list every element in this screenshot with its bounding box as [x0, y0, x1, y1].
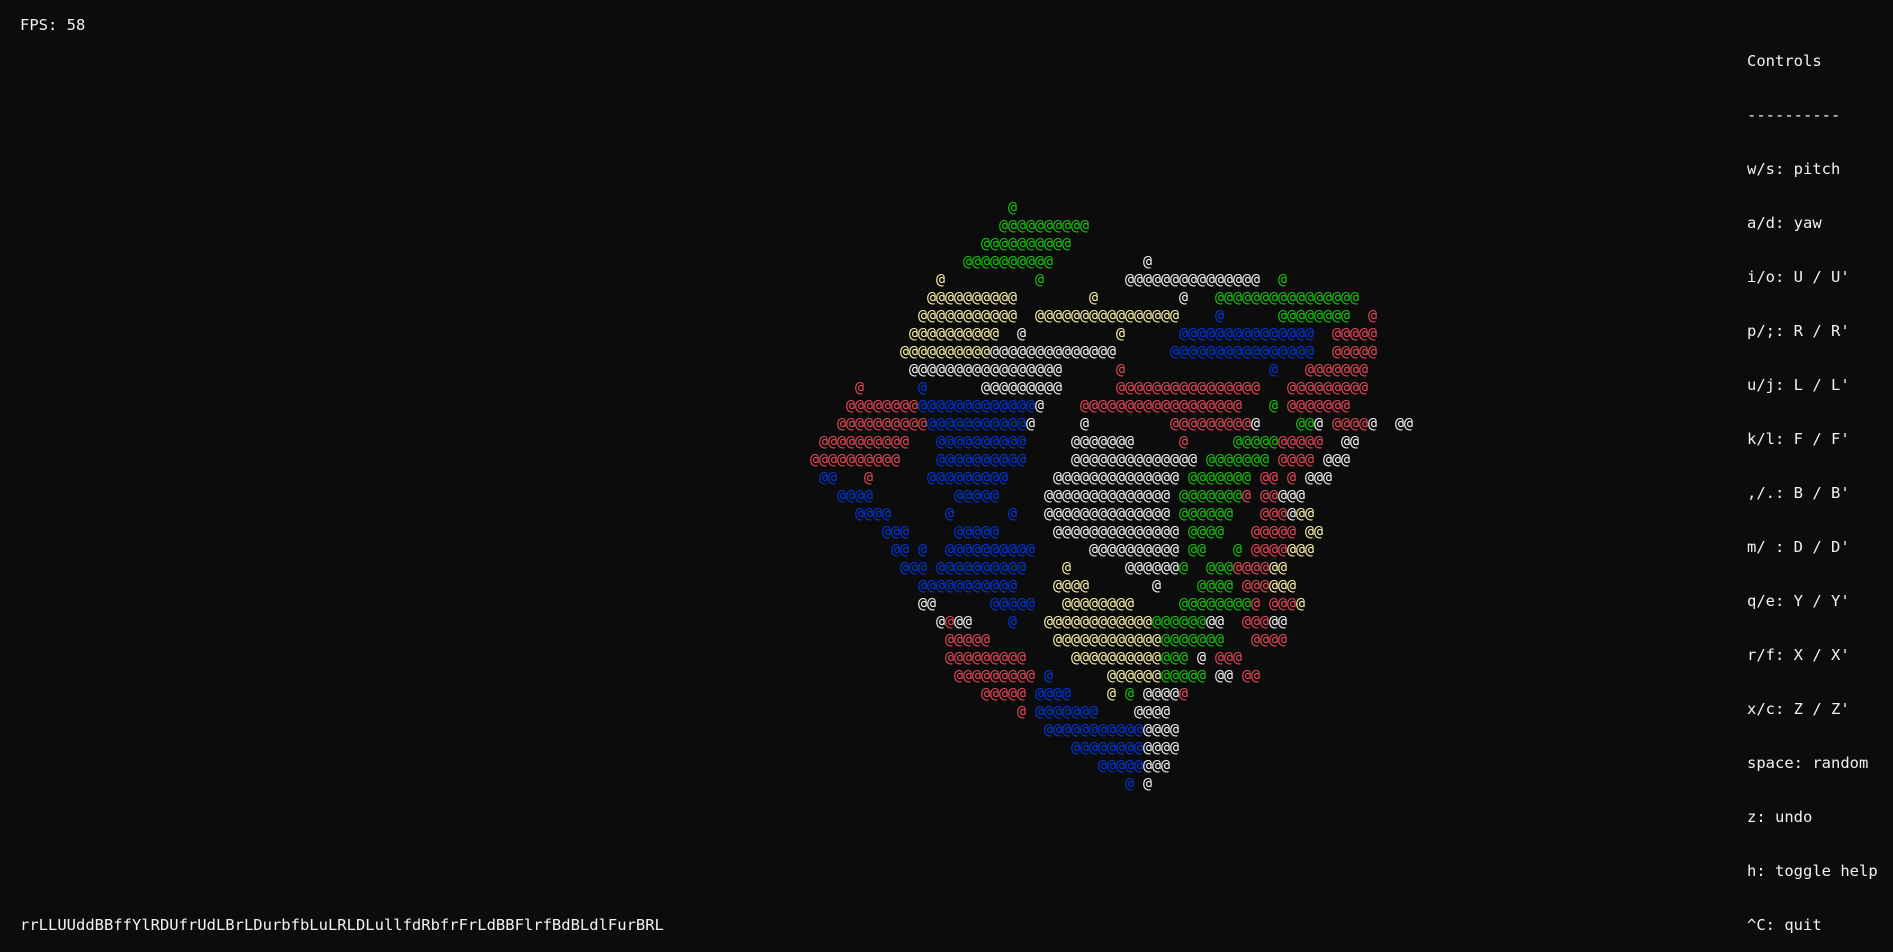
- cube-row: @@@@@@@@@@@ @@@@@@@@@@@@@@@@ @ @@@@@@@@ @: [918, 306, 1377, 324]
- cube-row: @@@@@@@@@@@@@@@@@@@@@@@@@@@@@@@@@@@@: [837, 486, 1305, 504]
- cube-row: @@@@@@@@@@@@@@@: [1044, 720, 1179, 738]
- cube-row: @@@@@@@@@@@@@@@@@@@@@@@@@@@@@@@@@: [891, 540, 1314, 558]
- cube-row: @@@@@@@@@@ @: [963, 252, 1152, 270]
- cube-row: @@@@@@@@@@@@@@@@@@@@@@@@@@@@: [918, 594, 1305, 612]
- cube-row: @@@@@@@@@@@@: [1071, 738, 1179, 756]
- rubiks-cube-render: @@@@@@@@@@@@@@@@@@@@@@@@@@@@@@@ @@ @ @@@@@@…: [810, 198, 1413, 792]
- control-left-face: u/j: L / L': [1747, 376, 1850, 394]
- control-toggle-help: h: toggle help: [1747, 862, 1878, 880]
- cube-row: @@@@@@@@@@@@@@@@@@@@@@@@@@@@@@@@: [909, 324, 1377, 342]
- control-right-face: p/;: R / R': [1747, 322, 1850, 340]
- control-random: space: random: [1747, 754, 1869, 772]
- cube-row: @@@@@@@@@@ @@@@@@@@@@ @@@@@@@ @ @@@@@@@@@@ @@: [819, 432, 1359, 450]
- control-quit: ^C: quit: [1747, 916, 1822, 934]
- cube-row: @@@@@@@@@@: [999, 216, 1089, 234]
- control-back-face: ,/.: B / B': [1747, 484, 1850, 502]
- control-up-face: i/o: U / U': [1747, 268, 1850, 286]
- cube-row: @@@@@@@@@@@@@@@@@@@@@@@@@@@@@@@@@@@@@@@@…: [846, 396, 1350, 414]
- cube-row: @@@@@@@@: [1098, 756, 1170, 774]
- control-z-rotation: x/c: Z / Z': [1747, 700, 1850, 718]
- cube-row: @@@@@ @@@@ @ @ @@@@@: [981, 684, 1188, 702]
- control-x-rotation: r/f: X / X': [1747, 646, 1850, 664]
- move-history: rrLLUUddBBffYlRDUfrUdLBrLDurbfbLuLRLDLul…: [20, 916, 664, 934]
- cube-row: @@ @ @@@@@@@@@ @@@@@@@@@@@@@@ @@@@@@@ @@ @ @@@: [819, 468, 1332, 486]
- cube-row: @@@@@@@@@@@@@@@@@@@@@@@@@@@@@@: [900, 558, 1287, 576]
- cube-row: @@@@@@@@@@@@@@@@@@@@@@@@@@@@@@@@@@@@@@@@…: [810, 450, 1350, 468]
- control-down-face: m/ : D / D': [1747, 538, 1850, 556]
- cube-row: @@@@@@@@@@@@@@@@@@@@@@@@@@@@: [945, 630, 1287, 648]
- cube-row: @@@@@@@@@@@@@@@@@@@@@@@@@@@@@@@@@@@@: [855, 378, 1368, 396]
- cube-row: @@@@@@@@@@@@: [1017, 702, 1170, 720]
- cube-row: @@@@@@@@@@@@@@@@@@@@@@@@@@@@@@@@@@@@@@@@…: [900, 342, 1377, 360]
- control-undo: z: undo: [1747, 808, 1813, 826]
- cube-row: @@@@@@@@@@: [981, 234, 1071, 252]
- cube-row: @@@@@@@@@@@@@@@@@@@@@@@@@@@@@@@@@@@@@@@@…: [837, 414, 1413, 432]
- cube-row: @@@@@@@@@@@@@@@@@@@@@@@@@@: [918, 576, 1296, 594]
- control-pitch: w/s: pitch: [1747, 160, 1841, 178]
- controls-title: Controls: [1747, 52, 1822, 70]
- controls-separator: ----------: [1747, 106, 1841, 124]
- control-front-face: k/l: F / F': [1747, 430, 1850, 448]
- cube-row: @@@@@@@@@@@@@@@@@@@@@@@@@@: [909, 360, 1368, 378]
- controls-panel: Controls ---------- w/s: pitch a/d: yaw …: [1747, 16, 1878, 952]
- cube-row: @@@@@@@@@@@@@@@@@@@@@@@@@@@@@@: [936, 612, 1287, 630]
- cube-row: @@@@@@@@@@@@@@@@@@@@@@@@@@@@: [927, 288, 1359, 306]
- cube-row: @@@@@@@@@@@@@@@@@@@@@@@@@@@@@@@@@: [882, 522, 1323, 540]
- cube-row: @@@@@@@@@@@@@@@@@@@@@@@@@@@@@@@@: [855, 504, 1314, 522]
- cube-row: @ @: [1125, 774, 1152, 792]
- control-yaw: a/d: yaw: [1747, 214, 1822, 232]
- cube-row: @@@@@@@@@@@@@@@@@@@@@@@@@@: [945, 648, 1242, 666]
- cube-row: @ @ @@@@@@@@@@@@@@@ @: [936, 270, 1287, 288]
- cube-row: @@@@@@@@@ @ @@@@@@@@@@@ @@ @@: [954, 666, 1260, 684]
- control-y-rotation: q/e: Y / Y': [1747, 592, 1850, 610]
- cube-row: @: [1008, 198, 1017, 216]
